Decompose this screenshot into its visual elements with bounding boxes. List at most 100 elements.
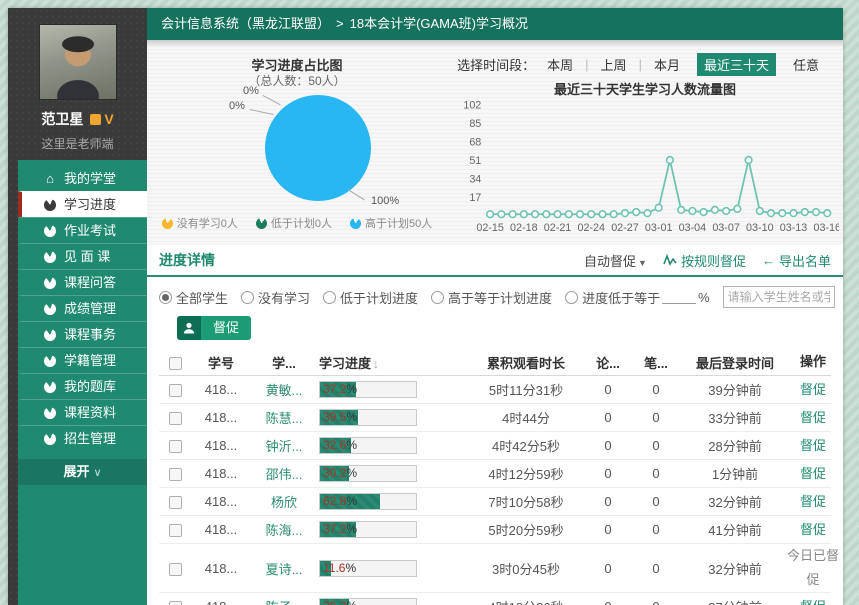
- percent-blank-field[interactable]: [662, 291, 696, 304]
- data-point[interactable]: [734, 205, 741, 212]
- sidebar-item-study-progress[interactable]: 学习进度: [18, 191, 147, 217]
- row-checkbox[interactable]: [169, 496, 182, 509]
- row-checkbox[interactable]: [169, 468, 182, 481]
- sidebar-item-my-question-bank[interactable]: 我的题库: [18, 373, 147, 399]
- data-point[interactable]: [745, 157, 752, 164]
- data-point[interactable]: [599, 211, 606, 218]
- data-point[interactable]: [532, 211, 539, 218]
- data-point[interactable]: [498, 211, 505, 218]
- column-header-2[interactable]: 学...: [251, 353, 317, 372]
- column-header-1[interactable]: 学号: [191, 353, 251, 372]
- sort-desc-icon[interactable]: ↓: [373, 357, 379, 371]
- time-option-2[interactable]: 上周: [594, 53, 634, 76]
- breadcrumb-root[interactable]: 会计信息系统（黑龙江联盟）: [161, 16, 330, 31]
- data-point[interactable]: [768, 210, 775, 217]
- urge-link[interactable]: 督促: [787, 406, 839, 430]
- column-header-5[interactable]: 论...: [587, 353, 629, 372]
- row-checkbox[interactable]: [169, 412, 182, 425]
- student-name-link[interactable]: 黄敏...: [251, 380, 317, 399]
- filter-radio-2[interactable]: 没有学习: [241, 288, 310, 307]
- row-checkbox[interactable]: [169, 384, 182, 397]
- data-point[interactable]: [644, 210, 651, 217]
- tab-progress-detail[interactable]: 进度详情: [159, 250, 215, 270]
- sidebar-item-enrollment[interactable]: 招生管理: [18, 425, 147, 451]
- legend-item-1[interactable]: 没有学习0人: [162, 215, 238, 231]
- radio-icon[interactable]: [323, 291, 336, 304]
- urge-link[interactable]: 督促: [787, 595, 839, 605]
- radio-icon[interactable]: [159, 291, 172, 304]
- data-point[interactable]: [689, 208, 696, 215]
- column-header-6[interactable]: 笔...: [629, 353, 683, 372]
- legend-item-3[interactable]: 高于计划50人: [350, 215, 432, 231]
- sidebar-item-my-school[interactable]: ⌂我的学堂: [18, 166, 147, 191]
- search-input[interactable]: [723, 286, 835, 308]
- select-all-checkbox[interactable]: [169, 357, 182, 370]
- radio-icon[interactable]: [565, 291, 578, 304]
- student-name-link[interactable]: 杨欣: [251, 492, 317, 511]
- data-point[interactable]: [779, 210, 786, 217]
- time-option-4[interactable]: 最近三十天: [697, 53, 776, 76]
- urge-link[interactable]: 督促: [787, 434, 839, 458]
- row-checkbox[interactable]: [169, 524, 182, 537]
- radio-icon[interactable]: [431, 291, 444, 304]
- sidebar-item-grade-management[interactable]: 成绩管理: [18, 295, 147, 321]
- column-header-3[interactable]: 学习进度↓: [317, 353, 465, 372]
- student-name-link[interactable]: 邵伟...: [251, 464, 317, 483]
- urge-link[interactable]: 督促: [787, 518, 839, 542]
- row-checkbox[interactable]: [169, 440, 182, 453]
- legend-item-2[interactable]: 低于计划0人: [256, 215, 332, 231]
- urge-link[interactable]: 督促: [787, 378, 839, 402]
- student-name-link[interactable]: 陈慧...: [251, 408, 317, 427]
- filter-radio-3[interactable]: 低于计划进度: [323, 288, 418, 307]
- rule-urge-button[interactable]: 按规则督促: [663, 251, 746, 270]
- data-point[interactable]: [790, 210, 797, 217]
- auto-urge-dropdown[interactable]: 自动督促▼: [584, 251, 647, 270]
- data-point[interactable]: [824, 210, 831, 217]
- data-point[interactable]: [801, 209, 808, 216]
- data-point[interactable]: [521, 211, 528, 218]
- data-point[interactable]: [700, 209, 707, 216]
- data-point[interactable]: [588, 211, 595, 218]
- urge-link[interactable]: 督促: [787, 462, 839, 486]
- data-point[interactable]: [509, 211, 516, 218]
- urge-link[interactable]: 督促: [787, 490, 839, 514]
- time-option-1[interactable]: 本周: [540, 53, 580, 76]
- sidebar-item-course-materials[interactable]: 课程资料: [18, 399, 147, 425]
- filter-radio-4[interactable]: 高于等于计划进度: [431, 288, 552, 307]
- data-point[interactable]: [610, 211, 617, 218]
- data-point[interactable]: [565, 211, 572, 218]
- data-point[interactable]: [633, 209, 640, 216]
- expand-button[interactable]: 展开∨: [18, 459, 147, 485]
- urge-button[interactable]: 督促: [177, 316, 251, 340]
- time-option-5[interactable]: 任意: [786, 53, 826, 76]
- data-point[interactable]: [577, 211, 584, 218]
- time-option-3[interactable]: 本月: [647, 53, 687, 76]
- column-header-4[interactable]: 累积观看时长: [465, 353, 587, 372]
- column-header-8[interactable]: 操作: [787, 350, 839, 374]
- sidebar-item-homework-exam[interactable]: 作业考试: [18, 217, 147, 243]
- sidebar-item-course-affairs[interactable]: 课程事务: [18, 321, 147, 347]
- student-name-link[interactable]: 钟沂...: [251, 436, 317, 455]
- data-point[interactable]: [723, 208, 730, 215]
- filter-radio-1[interactable]: 全部学生: [159, 288, 228, 307]
- filter-radio-5[interactable]: 进度低于等于%: [565, 288, 710, 307]
- student-name-link[interactable]: 夏诗...: [251, 559, 317, 578]
- radio-icon[interactable]: [241, 291, 254, 304]
- sidebar-item-student-records[interactable]: 学籍管理: [18, 347, 147, 373]
- data-point[interactable]: [712, 207, 719, 214]
- data-point[interactable]: [756, 208, 763, 215]
- data-point[interactable]: [813, 209, 820, 216]
- data-point[interactable]: [655, 204, 662, 211]
- row-checkbox[interactable]: [169, 601, 182, 605]
- data-point[interactable]: [487, 211, 494, 218]
- data-point[interactable]: [678, 207, 685, 214]
- sidebar-item-course-qa[interactable]: 课程问答: [18, 269, 147, 295]
- sidebar-item-meeting-class[interactable]: 见 面 课: [18, 243, 147, 269]
- data-point[interactable]: [667, 157, 674, 164]
- data-point[interactable]: [543, 211, 550, 218]
- student-name-link[interactable]: 陈子...: [251, 597, 317, 605]
- student-name-link[interactable]: 陈海...: [251, 520, 317, 539]
- column-header-7[interactable]: 最后登录时间: [683, 353, 787, 372]
- data-point[interactable]: [554, 211, 561, 218]
- export-list-button[interactable]: ← 导出名单: [762, 251, 831, 270]
